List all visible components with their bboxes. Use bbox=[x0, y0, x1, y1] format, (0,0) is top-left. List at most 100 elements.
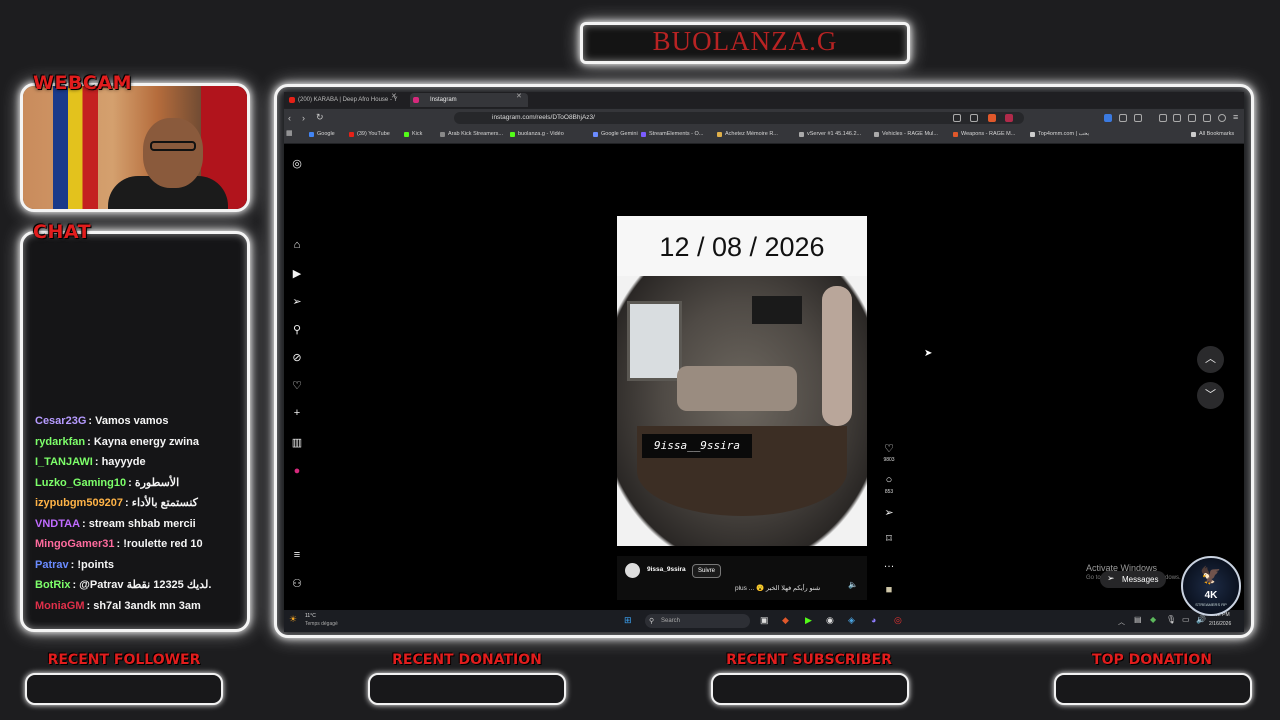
bookmark-favicon-icon bbox=[1030, 132, 1035, 137]
extension-icon[interactable] bbox=[1203, 114, 1211, 122]
extension-icon[interactable] bbox=[1188, 114, 1196, 122]
apps-icon[interactable]: ▦ bbox=[286, 129, 293, 137]
address-bar[interactable]: instagram.com/reels/DToO8BhjAz3/ bbox=[454, 112, 1024, 124]
menu-icon[interactable]: ≡ bbox=[1233, 112, 1238, 122]
bookmark-item[interactable]: Top4omm.com | بحب bbox=[1030, 131, 1089, 137]
brave-shield-icon[interactable] bbox=[988, 114, 996, 122]
share-icon[interactable] bbox=[970, 114, 978, 122]
chat-username[interactable]: izypubgm509207 bbox=[35, 497, 123, 509]
chat-username[interactable]: I_TANJAWI bbox=[35, 456, 93, 468]
tab-instagram[interactable]: Instagram bbox=[410, 93, 528, 107]
chat-username[interactable]: Patrav bbox=[35, 559, 69, 571]
bookmark-item[interactable]: vServer #1 45.146.2... bbox=[799, 131, 861, 137]
more-options-icon[interactable]: … bbox=[880, 558, 898, 570]
chat-username[interactable]: BotRix bbox=[35, 579, 70, 591]
reel-description[interactable]: plus ... 😮 شنو رأيكم فهلا الخبر bbox=[735, 584, 820, 592]
bookmark-item[interactable]: StreamElements - O... bbox=[641, 131, 703, 137]
task-view-icon[interactable]: ▣ bbox=[760, 615, 769, 626]
next-reel-button[interactable]: ﹀ bbox=[1197, 382, 1224, 409]
weather-sun-icon[interactable]: ☀ bbox=[289, 614, 297, 625]
brave-icon[interactable]: ◆ bbox=[782, 615, 789, 626]
back-icon[interactable]: ‹ bbox=[288, 113, 291, 123]
bookmark-item[interactable]: (39) YouTube bbox=[349, 131, 390, 137]
reload-icon[interactable]: ↻ bbox=[316, 112, 324, 123]
save-icon[interactable]: ⌑ bbox=[880, 532, 898, 545]
bookmark-favicon-icon bbox=[593, 132, 598, 137]
chat-username[interactable]: VNDTAA bbox=[35, 518, 80, 530]
close-icon[interactable]: ✕ bbox=[516, 92, 522, 100]
tray-app-icon[interactable]: ▤ bbox=[1134, 615, 1142, 624]
tray-app-icon[interactable]: ◆ bbox=[1150, 615, 1156, 624]
app-icon[interactable]: ◎ bbox=[894, 615, 902, 626]
sidebar-icon[interactable] bbox=[1173, 114, 1181, 122]
taskbar-clock-date[interactable]: 2/16/2026 bbox=[1209, 621, 1231, 627]
bookmark-item[interactable]: Weapons - RAGE M... bbox=[953, 131, 1015, 137]
volume-icon[interactable]: 🔊 bbox=[1196, 615, 1206, 624]
more-menu-icon[interactable]: ≡ bbox=[290, 549, 304, 561]
tab-karaba[interactable]: (200) KARABA | Deep Afro House - Y bbox=[286, 93, 406, 107]
discord-icon[interactable]: ◕ bbox=[871, 615, 876, 625]
bookmark-item[interactable]: Vehicles - RAGE Mul... bbox=[874, 131, 938, 137]
search-icon[interactable]: ⚲ bbox=[290, 323, 304, 336]
heart-icon[interactable]: ♡ bbox=[290, 379, 304, 392]
room-sofa bbox=[677, 366, 797, 411]
comment-icon[interactable]: ○ bbox=[880, 474, 898, 486]
brave-rewards-icon[interactable] bbox=[1005, 114, 1013, 122]
bookmark-favicon-icon bbox=[874, 132, 879, 137]
extension-icon[interactable] bbox=[1119, 114, 1127, 122]
windows-start-icon[interactable]: ⊞ bbox=[624, 615, 632, 626]
vpn-icon[interactable] bbox=[1218, 114, 1226, 122]
streamer-glasses bbox=[150, 141, 196, 151]
follow-button[interactable]: Suivre bbox=[692, 564, 722, 578]
close-icon[interactable]: ✕ bbox=[391, 92, 397, 100]
chat-username[interactable]: MingoGamer31 bbox=[35, 538, 114, 550]
previous-reel-button[interactable]: ︿ bbox=[1197, 346, 1224, 373]
bookmark-label: Google Gemini bbox=[601, 131, 638, 137]
reel-user-avatar[interactable] bbox=[625, 563, 640, 578]
chat-username[interactable]: rydarkfan bbox=[35, 436, 85, 448]
taskbar-search[interactable]: Search bbox=[645, 614, 750, 628]
profile-avatar-icon[interactable]: ● bbox=[290, 465, 304, 477]
bookmark-item[interactable]: Achetez Mémoire R... bbox=[717, 131, 778, 137]
chat-message: Cesar23G: Vamos vamos bbox=[35, 413, 245, 434]
kick-icon[interactable]: ▶ bbox=[805, 615, 812, 626]
chat-username[interactable]: Luzko_Gaming10 bbox=[35, 477, 126, 489]
audio-icon[interactable]: 🔈 bbox=[848, 580, 858, 589]
like-icon[interactable]: ♡ bbox=[880, 442, 898, 455]
steam-icon[interactable]: ◈ bbox=[848, 615, 855, 626]
create-icon[interactable]: + bbox=[290, 407, 304, 419]
bookmark-item[interactable]: Google Gemini bbox=[593, 131, 638, 137]
bookmark-item[interactable]: buolanza.g - Vidéo bbox=[510, 131, 564, 137]
forward-icon[interactable]: › bbox=[302, 113, 305, 123]
share-icon[interactable]: ➢ bbox=[880, 506, 898, 519]
chat-message: MingoGamer31: !roulette red 10 bbox=[35, 536, 245, 557]
bookmark-item[interactable]: All Bookmarks bbox=[1191, 131, 1234, 137]
explore-icon[interactable]: ⊘ bbox=[290, 351, 304, 364]
direct-icon[interactable]: ➢ bbox=[290, 295, 304, 308]
network-icon[interactable]: ▭ bbox=[1182, 615, 1190, 624]
obs-icon[interactable]: ◉ bbox=[826, 615, 834, 626]
chat-username[interactable]: MoniaGM bbox=[35, 600, 85, 612]
chat-username[interactable]: Cesar23G bbox=[35, 415, 86, 427]
reel-username[interactable]: 9issa_9ssira bbox=[647, 566, 686, 573]
bookmark-item[interactable]: Google bbox=[309, 131, 335, 137]
extension-icon[interactable] bbox=[1134, 114, 1142, 122]
bookmark-item[interactable]: Kick bbox=[404, 131, 422, 137]
home-icon[interactable]: ⌂ bbox=[290, 239, 304, 251]
tab-label: (200) KARABA | Deep Afro House - Y bbox=[298, 97, 398, 103]
extension-icon[interactable] bbox=[1104, 114, 1112, 122]
meta-icon[interactable]: ⚇ bbox=[290, 577, 304, 590]
dashboard-icon[interactable]: ▥ bbox=[290, 436, 304, 449]
bookmark-label: Achetez Mémoire R... bbox=[725, 131, 778, 137]
reel-video[interactable] bbox=[617, 276, 867, 546]
music-icon[interactable] bbox=[1159, 114, 1167, 122]
cast-icon[interactable] bbox=[953, 114, 961, 122]
reels-icon[interactable]: ▶ bbox=[290, 267, 304, 280]
bookmark-item[interactable]: Arab Kick Streamers... bbox=[440, 131, 503, 137]
audio-thumbnail-icon[interactable]: ■ bbox=[880, 584, 898, 596]
tray-chevron-icon[interactable]: ︿ bbox=[1118, 617, 1125, 627]
microphone-icon[interactable]: 🎙 bbox=[1166, 615, 1176, 624]
chat-message: Patrav: !points bbox=[35, 557, 245, 578]
streamer-head bbox=[143, 118, 203, 188]
instagram-logo-icon[interactable]: ◎ bbox=[290, 157, 304, 170]
